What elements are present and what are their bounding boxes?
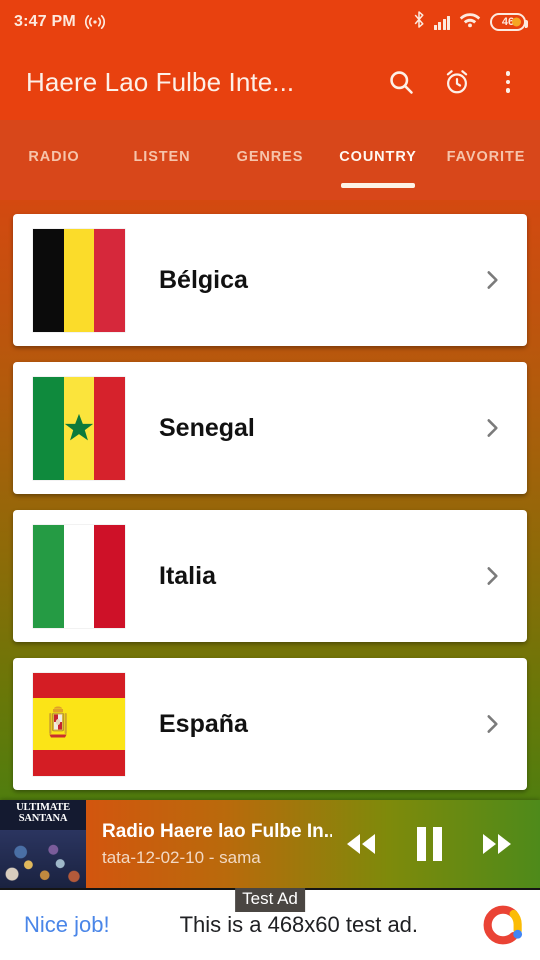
tab-radio[interactable]: RADIO [0,120,108,200]
track-info: Radio Haere lao Fulbe In... tata-12-02-1… [86,820,340,868]
app-bar-actions [386,67,519,97]
fast-forward-icon[interactable] [476,823,518,865]
list-item[interactable]: Senegal [13,362,527,494]
battery-indicator: 46 [490,13,528,31]
bluetooth-icon [413,11,425,33]
status-time: 3:47 PM [14,13,76,30]
status-bar-left: 3:47 PM [14,13,105,31]
tab-favorite[interactable]: FAVORITE [432,120,540,200]
player-controls [340,823,540,865]
chevron-right-icon [487,419,498,437]
ad-badge: Test Ad [235,888,305,913]
spain-flag-icon [33,672,125,776]
chevron-right-icon [487,271,498,289]
app-screen: 3:47 PM 46 Haere Lao Fulbe Inte... RADIO… [0,0,540,960]
alarm-clock-icon[interactable] [442,67,472,97]
country-name: Italia [159,561,216,590]
album-art-title: ULTIMATE SANTANA [16,802,70,824]
app-bar: Haere Lao Fulbe Inte... [0,44,540,120]
senegal-star-icon [64,413,94,441]
broadcast-icon [84,14,105,30]
status-bar-right: 46 [413,11,528,33]
list-item[interactable]: Bélgica [13,214,527,346]
country-list: Bélgica Senegal Italia España [0,200,540,800]
country-name: España [159,709,248,738]
tab-genres[interactable]: GENRES [216,120,324,200]
spain-coat-of-arms-icon [49,706,67,738]
country-name: Bélgica [159,265,248,294]
tab-bar: RADIO LISTEN GENRES COUNTRY FAVORITE [0,120,540,200]
rewind-icon[interactable] [340,823,382,865]
page-title: Haere Lao Fulbe Inte... [26,66,295,97]
album-art: ULTIMATE SANTANA [0,800,86,888]
battery-charge-dot [512,17,521,27]
pause-bars [416,827,442,861]
track-subtitle: tata-12-02-10 - sama [102,847,261,867]
pause-icon[interactable] [408,823,450,865]
ad-body-text: This is a 468x60 test ad. [179,912,419,937]
mini-player[interactable]: ULTIMATE SANTANA Radio Haere lao Fulbe I… [0,800,540,888]
ad-cta-text[interactable]: Nice job! [0,912,110,938]
list-item[interactable]: Italia [13,510,527,642]
list-item[interactable]: España [13,658,527,790]
belgium-flag-icon [33,228,125,332]
wifi-icon [459,11,481,33]
senegal-flag-icon [33,376,125,480]
ad-banner[interactable]: Test Ad Nice job! This is a 468x60 test … [0,888,540,960]
search-icon[interactable] [386,67,416,97]
country-name: Senegal [159,413,255,442]
album-art-artwork [0,829,86,888]
status-bar: 3:47 PM 46 [0,0,540,44]
chevron-right-icon [487,715,498,733]
admob-logo-icon [478,898,532,952]
track-title: Radio Haere lao Fulbe In... [102,821,332,842]
more-vertical-icon[interactable] [498,71,519,93]
tab-country[interactable]: COUNTRY [324,120,432,200]
cellular-signal-icon [433,15,450,30]
italy-flag-icon [33,524,125,628]
chevron-right-icon [487,567,498,585]
tab-listen[interactable]: LISTEN [108,120,216,200]
